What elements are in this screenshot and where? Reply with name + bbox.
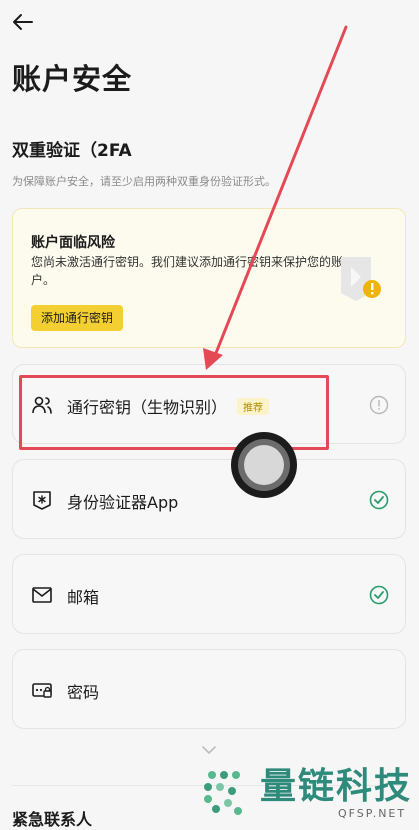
- authenticator-label: 身份验证器App: [67, 493, 179, 512]
- password-method-card[interactable]: 密码: [12, 649, 406, 729]
- risk-title: 账户面临风险: [31, 235, 115, 251]
- authenticator-shield-icon: [33, 491, 51, 510]
- twofa-description: 为保障账户安全，请至少启用两种双重身份验证形式。: [12, 175, 276, 188]
- email-label: 邮箱: [67, 588, 100, 607]
- passkey-users-icon: [32, 396, 52, 414]
- warning-shield-icon: [341, 257, 381, 301]
- watermark-logo-icon: [204, 771, 242, 815]
- password-lock-icon: [32, 683, 52, 698]
- emergency-contact-title: 紧急联系人: [12, 810, 93, 829]
- passkey-method-card[interactable]: 通行密钥（生物识别） 推荐: [12, 364, 406, 444]
- passkey-label: 通行密钥（生物识别）: [67, 398, 228, 417]
- mail-icon: [32, 587, 52, 603]
- watermark-subtext: QFSP.NET: [338, 807, 407, 820]
- add-passkey-button[interactable]: 添加通行密钥: [31, 305, 124, 331]
- authenticator-method-card[interactable]: 身份验证器App: [12, 459, 406, 539]
- page-title: 账户安全: [12, 62, 133, 96]
- twofa-section-title: 双重验证（2FA: [12, 141, 132, 161]
- info-icon[interactable]: [369, 395, 389, 415]
- account-risk-card: 账户面临风险 您尚未激活通行密钥。我们建议添加通行密钥来保护您的账户。 添加通行…: [12, 208, 406, 348]
- password-label: 密码: [67, 683, 100, 702]
- back-arrow-icon[interactable]: [10, 9, 36, 35]
- risk-description: 您尚未激活通行密钥。我们建议添加通行密钥来保护您的账户。: [31, 255, 344, 287]
- recommended-badge: 推荐: [237, 398, 270, 415]
- email-method-card[interactable]: 邮箱: [12, 554, 406, 634]
- watermark-text: 量链科技: [260, 766, 413, 807]
- chevron-down-icon[interactable]: [200, 743, 218, 757]
- check-circle-icon: [369, 490, 389, 510]
- watermark: 量链科技 QFSP.NET: [196, 763, 419, 825]
- check-circle-icon: [369, 585, 389, 605]
